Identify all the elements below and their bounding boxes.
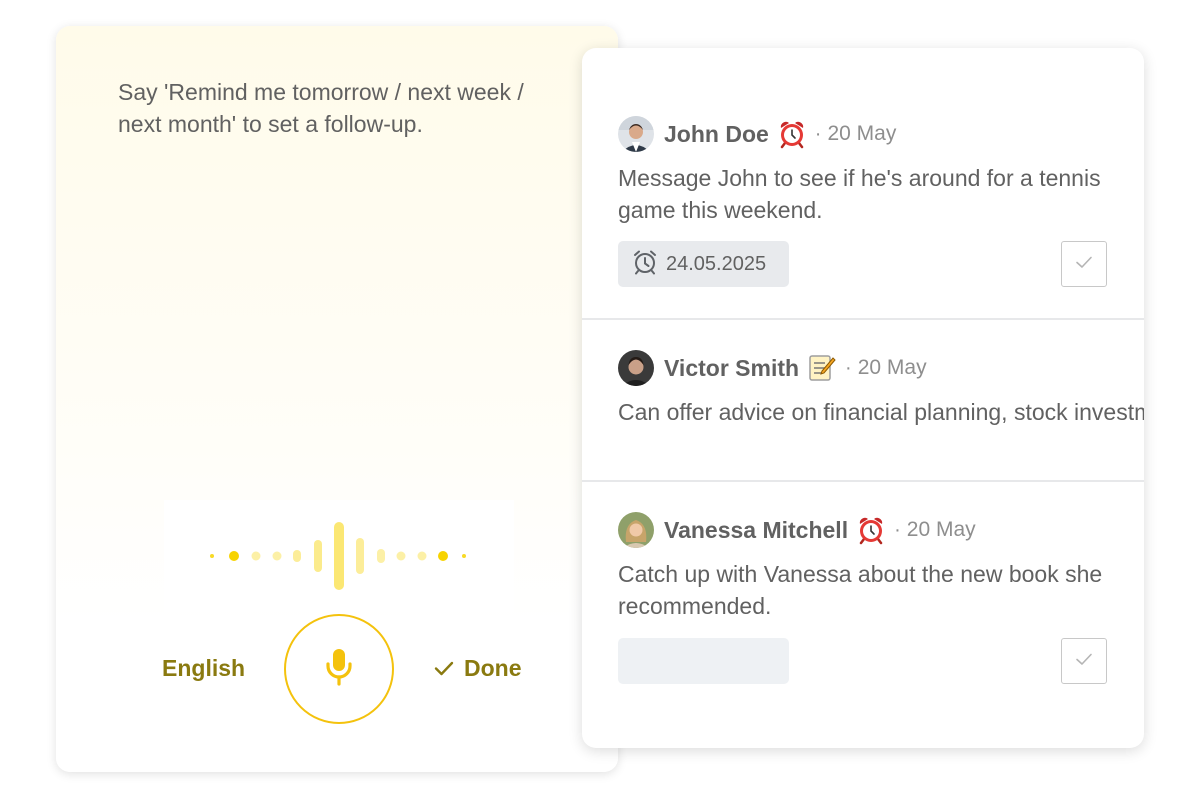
separator-dot: · <box>894 518 901 541</box>
microphone-icon <box>323 647 355 692</box>
avatar <box>618 350 654 386</box>
reminder-text: Message John to see if he's around for a… <box>618 165 1101 223</box>
item-header: Victor Smith · 20 May <box>618 350 927 386</box>
reminder-text: Can offer advice on financial planning, … <box>618 399 1144 425</box>
voice-prompt-text: Say 'Remind me tomorrow / next week / ne… <box>118 79 524 137</box>
audio-waveform <box>164 500 514 612</box>
voice-controls: English Done <box>56 614 618 724</box>
alarm-clock-icon <box>856 515 886 545</box>
reminder-date-chip[interactable] <box>618 638 789 684</box>
avatar <box>618 116 654 152</box>
avatar <box>618 512 654 548</box>
item-date: 20 May <box>827 122 897 145</box>
alarm-clock-outline-icon <box>632 249 658 280</box>
item-date: 20 May <box>906 518 976 541</box>
reminders-list: John Doe · 20 May Message John to see if… <box>582 48 1144 748</box>
contact-name: John Doe <box>664 120 769 147</box>
list-item[interactable]: Victor Smith · 20 May Can offer advice o… <box>582 318 1144 480</box>
separator-dot: · <box>814 122 822 145</box>
contact-name: Victor Smith <box>664 354 800 381</box>
check-icon <box>1074 651 1094 672</box>
complete-checkbox[interactable] <box>1061 241 1107 287</box>
done-button[interactable]: Done <box>434 655 522 682</box>
list-item[interactable]: Vanessa Mitchell · 20 May Catch up with … <box>582 480 1144 748</box>
memo-icon <box>807 353 837 383</box>
alarm-clock-icon <box>777 119 807 149</box>
reminder-date-chip[interactable]: 24.05.2025 <box>618 241 789 287</box>
check-icon <box>1074 254 1094 275</box>
list-item[interactable]: John Doe · 20 May Message John to see if… <box>582 48 1144 318</box>
item-header: Vanessa Mitchell · 20 May <box>618 512 976 548</box>
item-date: 20 May <box>857 356 927 379</box>
microphone-button[interactable] <box>284 614 394 724</box>
separator-dot: · <box>845 356 852 379</box>
checkmark-icon <box>434 655 454 682</box>
contact-name: Vanessa Mitchell <box>664 516 849 543</box>
language-button[interactable]: English <box>162 655 245 682</box>
complete-checkbox[interactable] <box>1061 638 1107 684</box>
voice-input-panel: Say 'Remind me tomorrow / next week / ne… <box>56 26 618 772</box>
item-header: John Doe · 20 May <box>618 116 896 152</box>
reminder-date: 24.05.2025 <box>666 252 767 275</box>
done-label: Done <box>464 655 522 681</box>
reminder-text: Catch up with Vanessa about the new book… <box>618 561 1103 619</box>
